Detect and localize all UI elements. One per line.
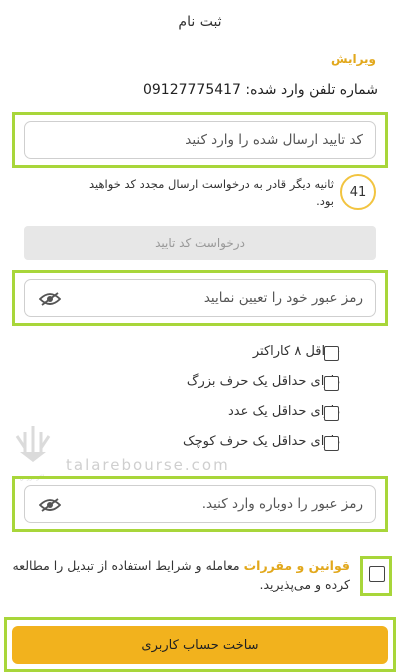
password-rule-lowercase: دارای حداقل یک حرف کوچک bbox=[183, 434, 340, 449]
confirm-password-input[interactable]: رمز عبور را دوباره وارد کنید. bbox=[24, 485, 376, 523]
rule-checkbox-number[interactable] bbox=[324, 406, 339, 421]
rule-label: دارای حداقل یک حرف کوچک bbox=[182, 434, 340, 449]
rule-checkbox-uppercase[interactable] bbox=[324, 376, 339, 391]
phone-label: شماره تلفن وارد شده: bbox=[245, 82, 378, 98]
watermark-text: talarebourse.com bbox=[66, 456, 230, 474]
verification-placeholder: کد تایید ارسال شده را وارد کنید bbox=[185, 132, 363, 148]
terms-link[interactable]: قوانین و مقررات bbox=[244, 558, 350, 573]
watermark-logo-icon: تالار بورس bbox=[10, 422, 56, 481]
terms-text: قوانین و مقررات معامله و شرایط استفاده ا… bbox=[10, 556, 350, 594]
rule-checkbox-lowercase[interactable] bbox=[324, 436, 339, 451]
create-account-button[interactable]: ساخت حساب کاربری bbox=[12, 626, 388, 664]
rule-checkbox-min-length[interactable] bbox=[324, 346, 339, 361]
resend-message-line1: ثانیه دیگر قادر به درخواست ارسال مجدد کد… bbox=[88, 177, 334, 191]
confirm-password-placeholder: رمز عبور را دوباره وارد کنید. bbox=[201, 496, 363, 512]
password-placeholder: رمز عبور خود را تعیین نمایید bbox=[203, 290, 363, 306]
resend-message-line2: بود. bbox=[316, 194, 334, 208]
eye-off-icon[interactable] bbox=[38, 291, 62, 306]
password-rule-uppercase: دارای حداقل یک حرف بزرگ bbox=[187, 374, 340, 389]
countdown-timer: 41 bbox=[340, 174, 376, 210]
verification-code-input[interactable]: کد تایید ارسال شده را وارد کنید bbox=[24, 121, 376, 159]
edit-phone-link[interactable]: ویرایش bbox=[331, 52, 376, 66]
request-code-button[interactable]: درخواست کد تایید bbox=[24, 226, 376, 260]
terms-checkbox[interactable] bbox=[369, 566, 385, 582]
resend-message: ثانیه دیگر قادر به درخواست ارسال مجدد کد… bbox=[34, 176, 334, 210]
countdown-seconds: 41 bbox=[349, 184, 367, 200]
eye-off-icon[interactable] bbox=[38, 497, 62, 512]
page-title: ثبت نام bbox=[178, 14, 222, 30]
rule-label: دارای حداقل یک حرف بزرگ bbox=[186, 374, 340, 389]
phone-number: 09127775417 bbox=[142, 82, 241, 98]
phone-info: شماره تلفن وارد شده: 09127775417 bbox=[143, 82, 378, 98]
password-input[interactable]: رمز عبور خود را تعیین نمایید bbox=[24, 279, 376, 317]
